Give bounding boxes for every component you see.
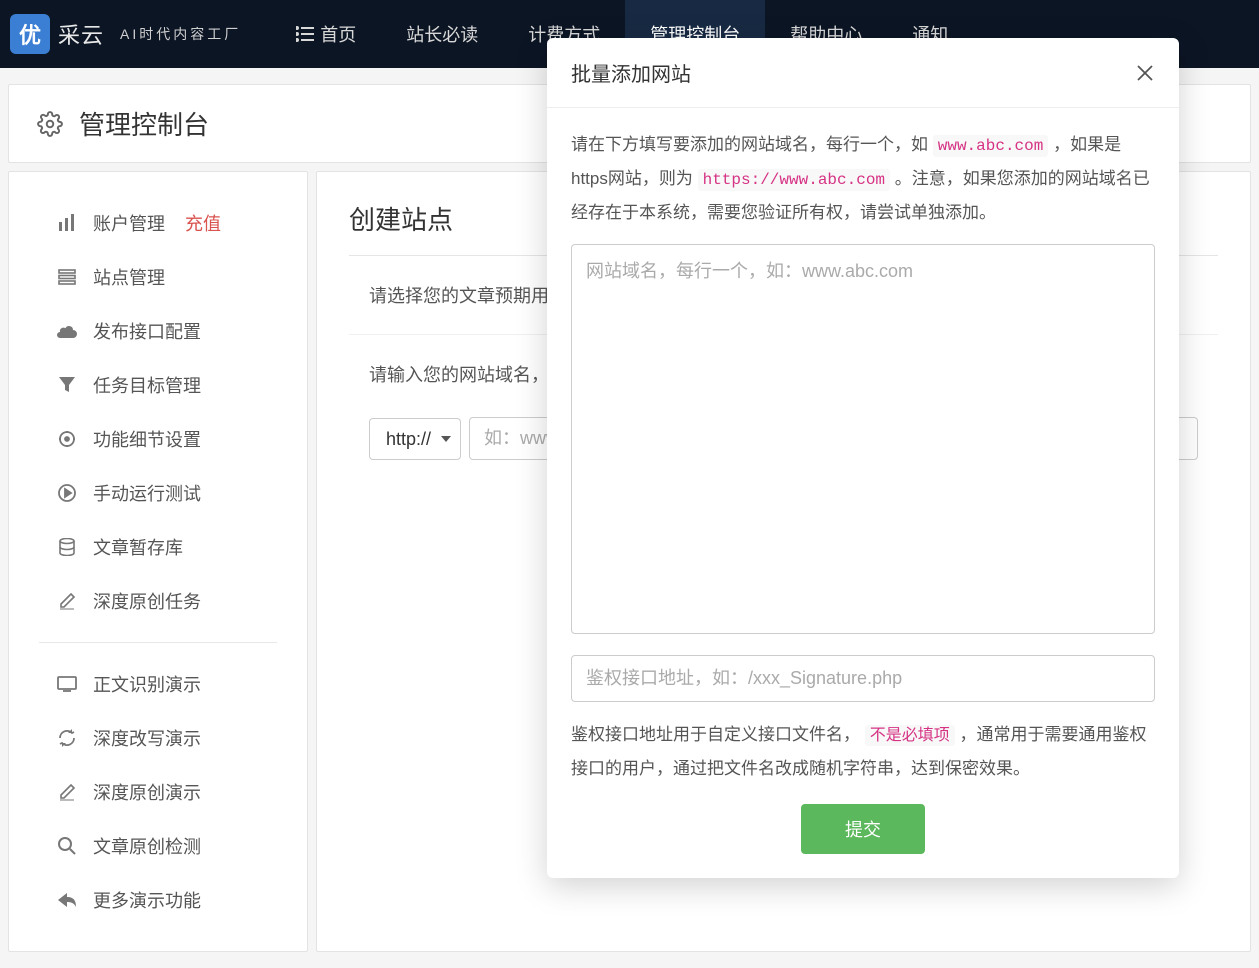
protocol-select[interactable]: http:// [369, 418, 461, 460]
nav-guide[interactable]: 站长必读 [381, 0, 503, 68]
field-domain-label: 请输入您的网站域名，若 [369, 365, 567, 385]
domains-textarea[interactable] [571, 244, 1155, 634]
code-example-2: https://www.abc.com [698, 169, 890, 191]
logo-sub: AI时代内容工厂 [120, 24, 241, 44]
sidebar-item[interactable]: 站点管理 [9, 250, 307, 304]
sidebar-item-label: 正文识别演示 [93, 671, 201, 697]
recharge-link[interactable]: 充值 [185, 210, 221, 236]
nav-label: 站长必读 [406, 21, 478, 47]
sidebar-item[interactable]: 深度改写演示 [9, 711, 307, 765]
sidebar-item-label: 站点管理 [93, 264, 165, 290]
sliders-icon [57, 430, 77, 448]
sidebar-item-label: 发布接口配置 [93, 318, 201, 344]
refresh-icon [57, 729, 77, 747]
field-usage-label: 请选择您的文章预期用途 [369, 286, 567, 306]
sidebar-item-label: 更多演示功能 [93, 887, 201, 913]
list-icon [296, 26, 314, 42]
monitor-icon [57, 676, 77, 692]
sidebar-item-label: 任务目标管理 [93, 372, 201, 398]
play-icon [57, 484, 77, 502]
sidebar-item[interactable]: 正文识别演示 [9, 657, 307, 711]
code-example-1: www.abc.com [933, 135, 1049, 157]
auth-url-input[interactable] [571, 655, 1155, 702]
sidebar-item-label: 功能细节设置 [93, 426, 201, 452]
batch-add-modal: 批量添加网站 请在下方填写要添加的网站域名，每行一个，如 www.abc.com… [547, 38, 1179, 878]
nav-home[interactable]: 首页 [271, 0, 381, 68]
sidebar-item-label: 深度原创演示 [93, 779, 201, 805]
protocol-select-wrap: http:// [369, 418, 461, 460]
search-icon [57, 837, 77, 855]
sidebar: 账户管理充值站点管理发布接口配置任务目标管理功能细节设置手动运行测试文章暂存库深… [8, 171, 308, 952]
sidebar-item-label: 账户管理 [93, 210, 165, 236]
edit-icon [57, 592, 77, 610]
filter-icon [57, 377, 77, 393]
bar-chart-icon [57, 214, 77, 232]
database-icon [57, 538, 77, 556]
gear-icon [37, 111, 63, 137]
logo-name: 采云 [58, 18, 104, 50]
share-icon [57, 892, 77, 908]
modal-hint: 请在下方填写要添加的网站域名，每行一个，如 www.abc.com ，如果是ht… [571, 128, 1155, 230]
modal-title: 批量添加网站 [571, 58, 691, 87]
sidebar-item[interactable]: 发布接口配置 [9, 304, 307, 358]
sidebar-item[interactable]: 任务目标管理 [9, 358, 307, 412]
sidebar-item[interactable]: 深度原创任务 [9, 574, 307, 628]
sidebar-item[interactable]: 文章原创检测 [9, 819, 307, 873]
sidebar-item-label: 手动运行测试 [93, 480, 201, 506]
sidebar-item[interactable]: 账户管理充值 [9, 196, 307, 250]
cloud-icon [57, 323, 77, 339]
sidebar-item[interactable]: 文章暂存库 [9, 520, 307, 574]
sidebar-item-label: 深度原创任务 [93, 588, 201, 614]
submit-button[interactable]: 提交 [801, 804, 925, 854]
nav-label: 首页 [320, 21, 356, 47]
not-required-badge: 不是必填项 [865, 725, 955, 746]
sidebar-item[interactable]: 更多演示功能 [9, 873, 307, 927]
sidebar-item-label: 深度改写演示 [93, 725, 201, 751]
sidebar-divider [39, 642, 277, 643]
logo-mark: 优 [10, 14, 50, 54]
sidebar-item[interactable]: 手动运行测试 [9, 466, 307, 520]
sidebar-item-label: 文章暂存库 [93, 534, 183, 560]
layers-icon [57, 268, 77, 286]
console-title: 管理控制台 [79, 105, 209, 142]
auth-hint: 鉴权接口地址用于自定义接口文件名， 不是必填项 ，通常用于需要通用鉴权接口的用户… [571, 718, 1155, 786]
edit-icon [57, 783, 77, 801]
sidebar-item-label: 文章原创检测 [93, 833, 201, 859]
close-icon[interactable] [1135, 63, 1155, 83]
logo[interactable]: 优 采云 AI时代内容工厂 [10, 14, 241, 54]
sidebar-item[interactable]: 深度原创演示 [9, 765, 307, 819]
sidebar-item[interactable]: 功能细节设置 [9, 412, 307, 466]
